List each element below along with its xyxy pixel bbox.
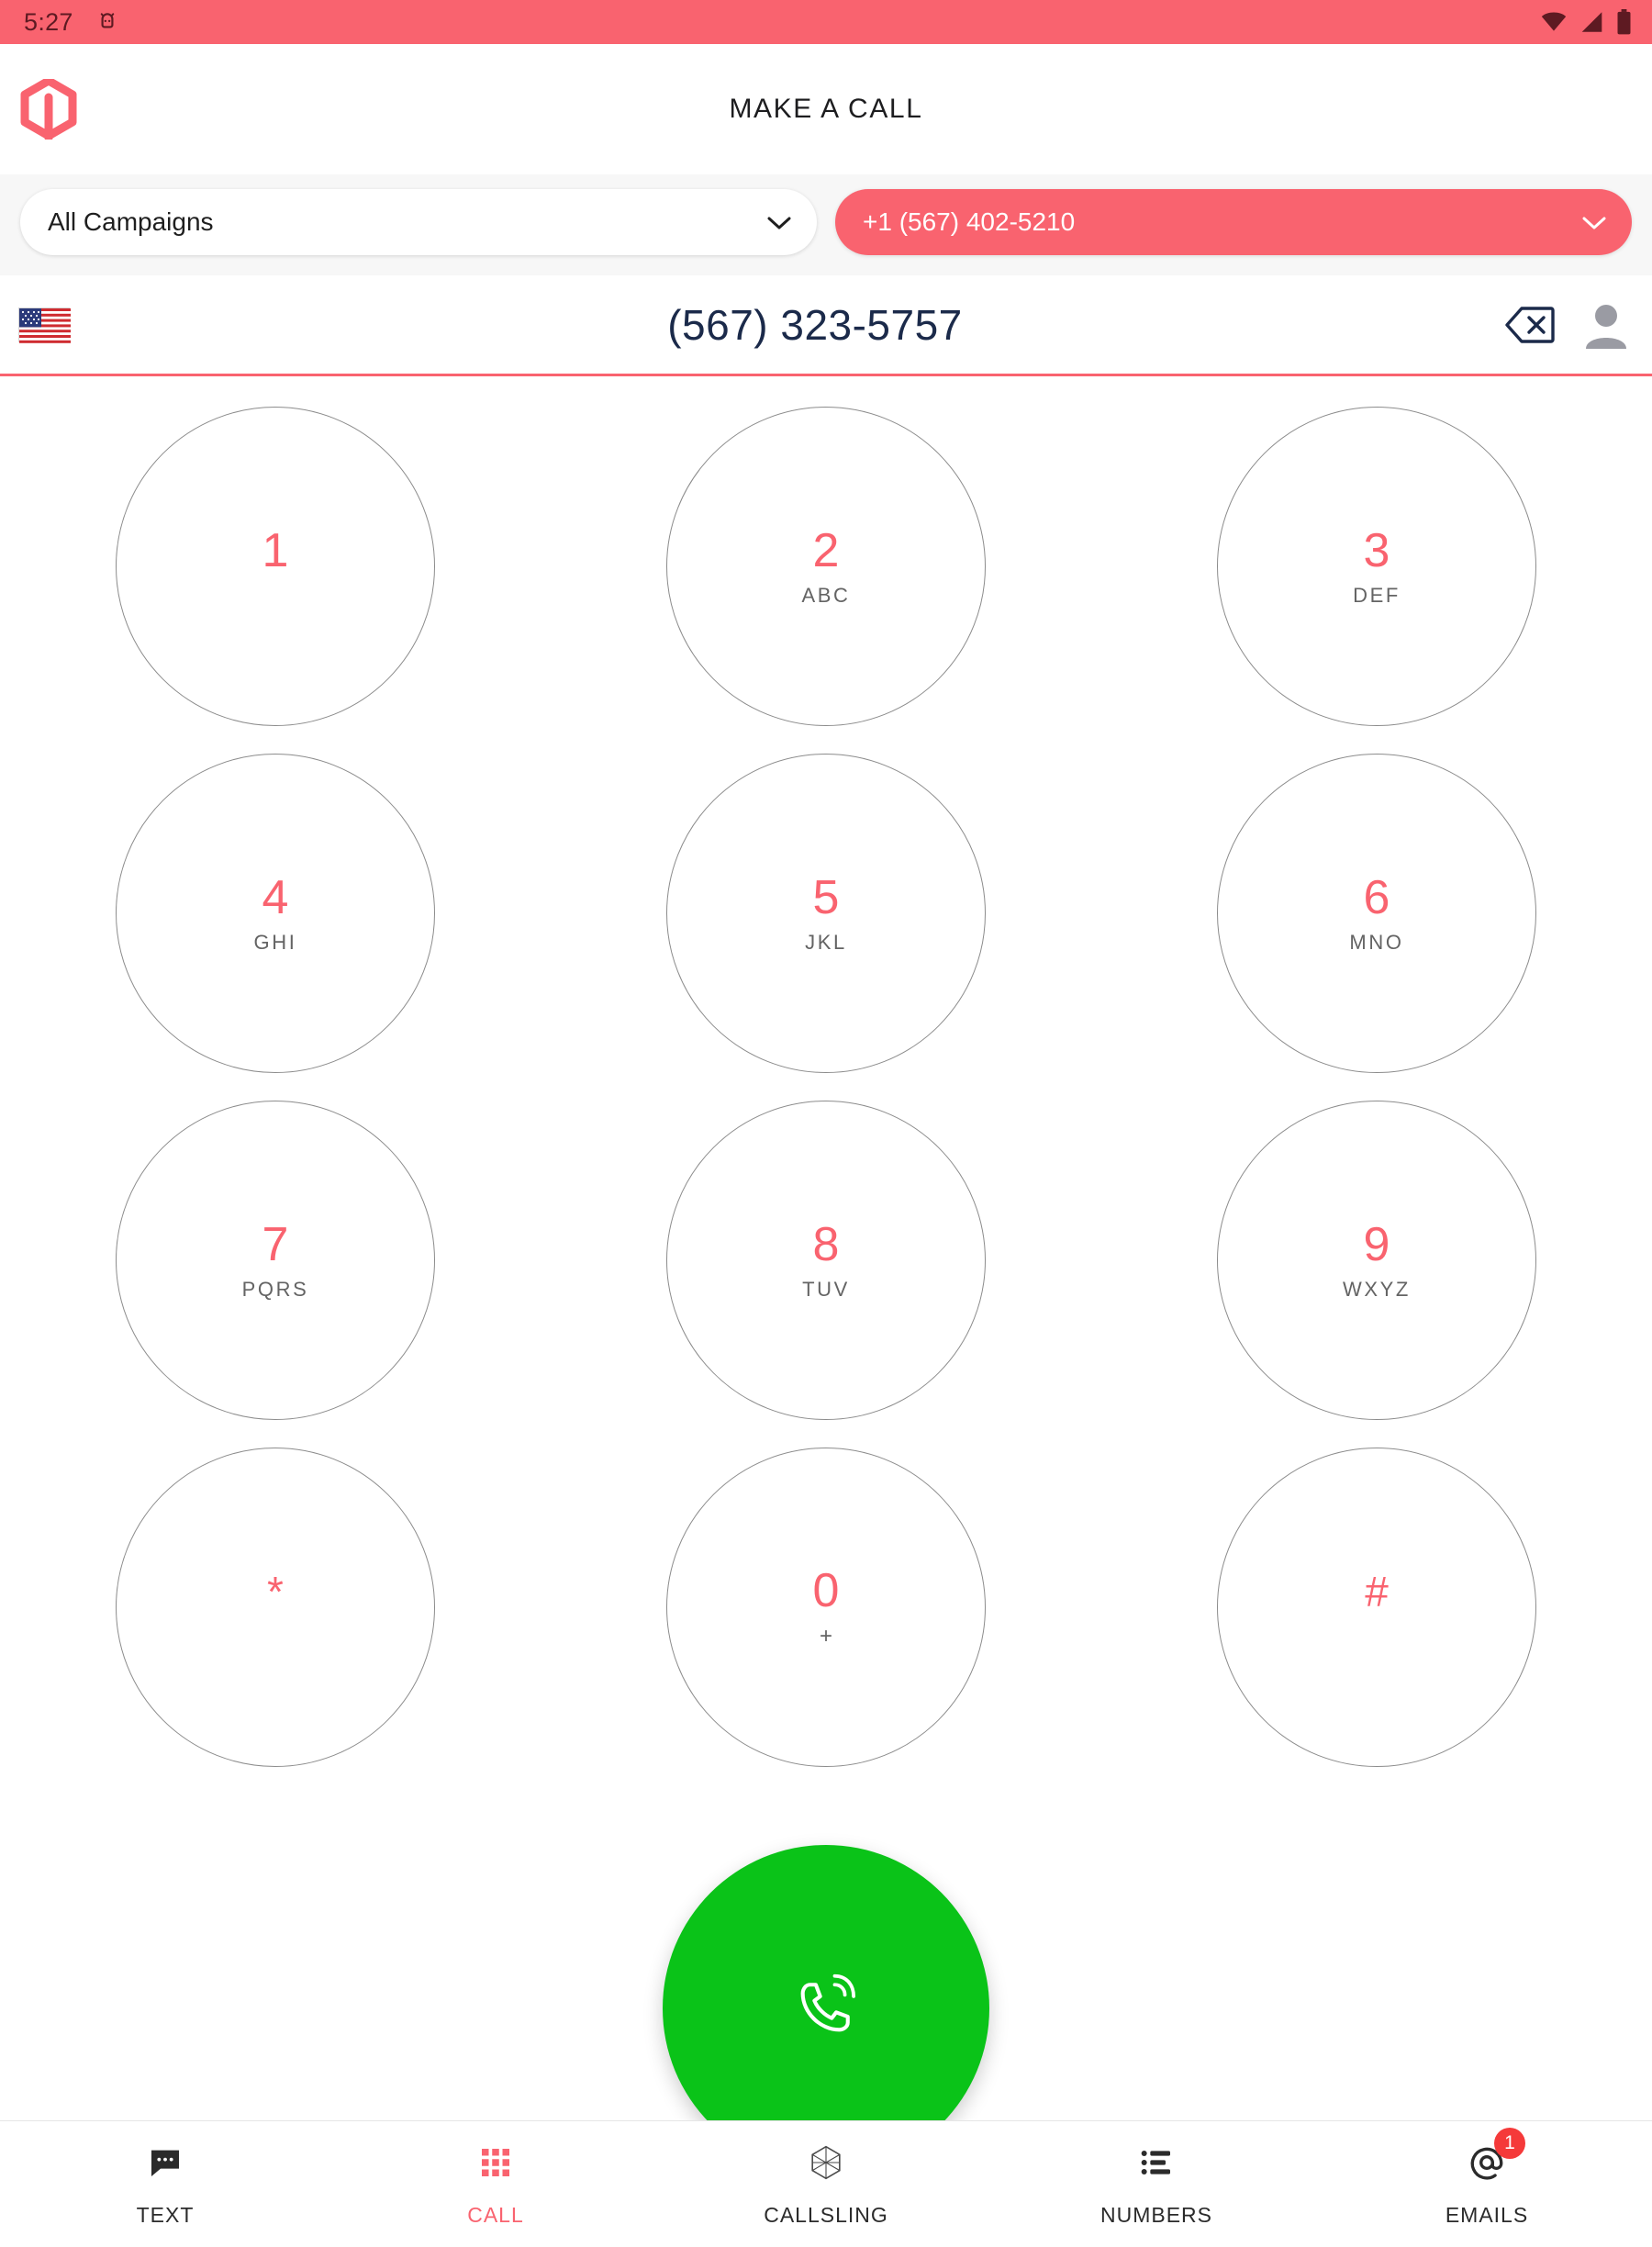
dialed-number-row: (567) 323-5757 bbox=[0, 275, 1652, 376]
dialpad-row: 7 PQRS 8 TUV 9 WXYZ bbox=[0, 1087, 1652, 1434]
at-sign-icon: 1 bbox=[1465, 2128, 1525, 2185]
nav-label: NUMBERS bbox=[1099, 2203, 1212, 2227]
cellular-signal-icon bbox=[1579, 11, 1604, 33]
dialpad-key-letters: GHI bbox=[253, 931, 297, 954]
dialpad-key-digit: 3 bbox=[1363, 524, 1390, 577]
page-title: MAKE A CALL bbox=[729, 94, 923, 124]
battery-icon bbox=[1616, 9, 1632, 35]
phone-line-dropdown-value: +1 (567) 402-5210 bbox=[863, 207, 1076, 236]
nav-label: EMAILS bbox=[1445, 2203, 1529, 2227]
dialpad-key-6[interactable]: 6 MNO bbox=[1217, 754, 1536, 1073]
dialpad-key-digit: 8 bbox=[812, 1218, 840, 1271]
dialpad-key-2[interactable]: 2 ABC bbox=[666, 407, 986, 726]
dialpad-key-digit: 5 bbox=[812, 871, 840, 924]
phone-call-icon bbox=[791, 1972, 861, 2046]
number-row-actions bbox=[1505, 301, 1630, 349]
status-time: 5:27 bbox=[24, 7, 73, 36]
status-bar-right bbox=[1540, 9, 1632, 35]
call-button-area bbox=[0, 1845, 1652, 2172]
dialpad-grid-icon bbox=[474, 2141, 518, 2185]
app-header: MAKE A CALL bbox=[0, 44, 1652, 174]
nav-item-call[interactable]: CALL bbox=[330, 2141, 661, 2228]
dialpad-key-digit: 0 bbox=[812, 1564, 840, 1617]
dialpad-key-letters: + bbox=[819, 1624, 832, 1649]
dialpad-key-letters: MNO bbox=[1349, 931, 1404, 954]
dialpad-key-digit: # bbox=[1365, 1568, 1389, 1615]
dialpad-key-1[interactable]: 1 bbox=[116, 407, 435, 726]
bottom-navigation: TEXT CALL CALLSLING NUMBERS 1 EMAILS bbox=[0, 2120, 1652, 2247]
dialpad-key-letters: WXYZ bbox=[1343, 1278, 1411, 1301]
dialpad-key-0[interactable]: 0 + bbox=[666, 1448, 986, 1767]
dialpad-key-letters: ABC bbox=[801, 584, 851, 607]
dialpad-key-digit: * bbox=[267, 1568, 284, 1615]
dialed-number-value[interactable]: (567) 323-5757 bbox=[70, 300, 1505, 350]
dialpad-key-letters: JKL bbox=[805, 931, 847, 954]
nav-label: CALLSLING bbox=[764, 2203, 888, 2227]
dialpad-key-7[interactable]: 7 PQRS bbox=[116, 1101, 435, 1420]
campaign-dropdown-value: All Campaigns bbox=[48, 207, 214, 236]
dialpad-key-digit: 1 bbox=[262, 524, 289, 577]
dialpad-key-digit: 2 bbox=[812, 524, 840, 577]
dialpad-row: * 0 + # bbox=[0, 1434, 1652, 1781]
nav-item-callsling[interactable]: CALLSLING bbox=[661, 2141, 991, 2228]
selector-row: All Campaigns +1 (567) 402-5210 bbox=[0, 174, 1652, 275]
status-bar-left: 5:27 bbox=[24, 8, 119, 37]
us-flag-icon[interactable] bbox=[18, 307, 71, 343]
backspace-delete-icon[interactable] bbox=[1505, 306, 1555, 344]
dialpad-key-9[interactable]: 9 WXYZ bbox=[1217, 1101, 1536, 1420]
app-screen: 5:27 MAKE A CALL All Campaigns +1 (567) … bbox=[0, 0, 1652, 2247]
dialpad-key-5[interactable]: 5 JKL bbox=[666, 754, 986, 1073]
dialpad-key-star[interactable]: * bbox=[116, 1448, 435, 1767]
message-bubble-icon bbox=[143, 2141, 187, 2185]
emails-badge: 1 bbox=[1494, 2128, 1525, 2159]
wifi-icon bbox=[1540, 11, 1568, 33]
app-logo-hexagon-icon bbox=[20, 76, 77, 142]
dialpad-key-digit: 7 bbox=[262, 1218, 289, 1271]
contact-person-icon[interactable] bbox=[1582, 301, 1630, 349]
nav-item-emails[interactable]: 1 EMAILS bbox=[1322, 2128, 1652, 2228]
nav-item-numbers[interactable]: NUMBERS bbox=[991, 2141, 1322, 2228]
dialpad-key-3[interactable]: 3 DEF bbox=[1217, 407, 1536, 726]
dialpad-key-digit: 4 bbox=[262, 871, 289, 924]
nav-item-text[interactable]: TEXT bbox=[0, 2141, 330, 2228]
dialpad-row: 4 GHI 5 JKL 6 MNO bbox=[0, 740, 1652, 1087]
dialpad: 1 2 ABC 3 DEF 4 GHI 5 JKL 6 MNO 7 PQRS 8… bbox=[0, 376, 1652, 1867]
nav-label: TEXT bbox=[136, 2203, 195, 2227]
dialpad-key-letters: DEF bbox=[1353, 584, 1401, 607]
hexagon-mesh-icon bbox=[804, 2141, 848, 2185]
dialpad-key-digit: 9 bbox=[1363, 1218, 1390, 1271]
list-icon bbox=[1134, 2141, 1178, 2185]
campaign-dropdown[interactable]: All Campaigns bbox=[20, 189, 817, 255]
dialpad-key-4[interactable]: 4 GHI bbox=[116, 754, 435, 1073]
phone-line-dropdown[interactable]: +1 (567) 402-5210 bbox=[835, 189, 1632, 255]
dialpad-key-letters: TUV bbox=[802, 1278, 850, 1301]
dialpad-row: 1 2 ABC 3 DEF bbox=[0, 393, 1652, 740]
dialpad-key-8[interactable]: 8 TUV bbox=[666, 1101, 986, 1420]
chevron-down-icon bbox=[767, 207, 791, 237]
status-bar: 5:27 bbox=[0, 0, 1652, 44]
dialpad-key-hash[interactable]: # bbox=[1217, 1448, 1536, 1767]
android-icon bbox=[95, 10, 119, 34]
nav-label: CALL bbox=[467, 2203, 524, 2227]
dialpad-key-letters: PQRS bbox=[241, 1278, 309, 1301]
dialpad-key-digit: 6 bbox=[1363, 871, 1390, 924]
chevron-down-icon bbox=[1582, 207, 1606, 237]
